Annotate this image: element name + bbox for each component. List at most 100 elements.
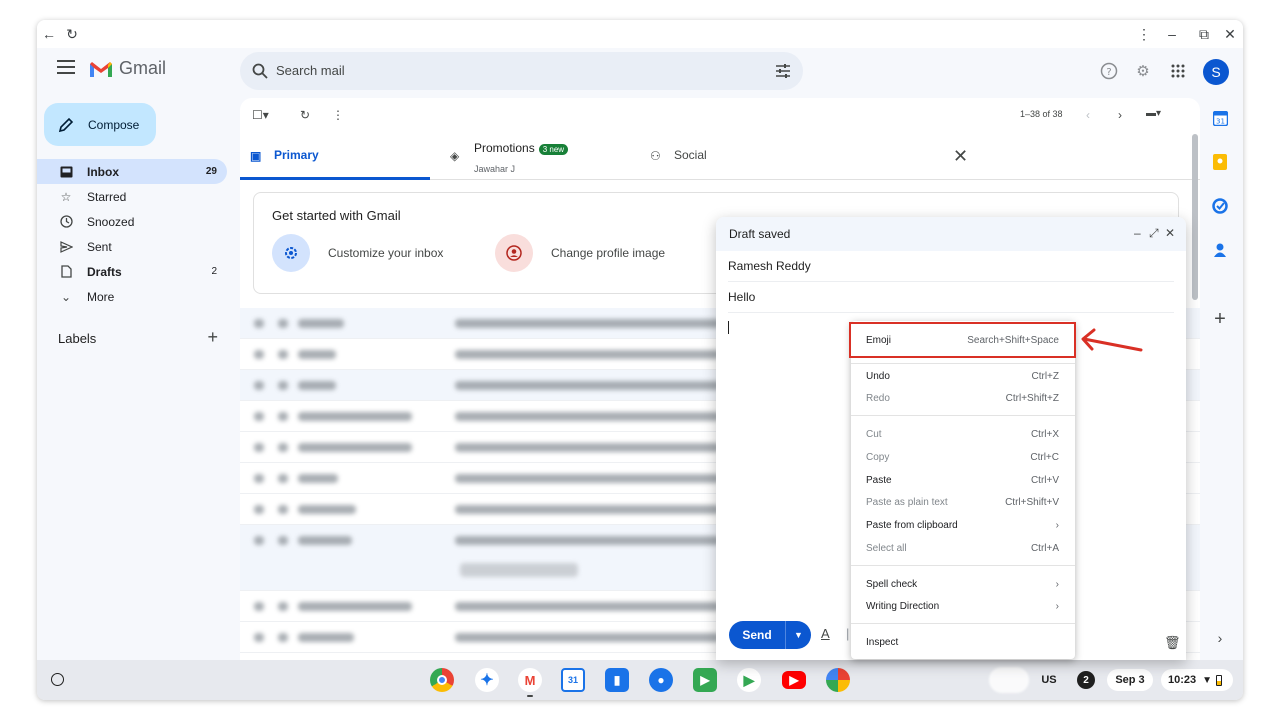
youtube-app-icon[interactable]: ▶ xyxy=(782,671,806,689)
context-menu: Emoji Search+Shift+Space Undo Ctrl+Z Redo C… xyxy=(851,321,1075,659)
compose-title: Draft saved xyxy=(729,227,791,241)
tasks-icon[interactable] xyxy=(1211,197,1229,215)
search-bar[interactable]: Search mail xyxy=(240,52,803,90)
clock-time: 10:23 xyxy=(1168,674,1197,686)
more-vert-icon[interactable]: ⋮ xyxy=(1134,24,1154,44)
send-button[interactable]: Send ▼ xyxy=(729,621,811,649)
status-tray[interactable]: 10:23 ▼ xyxy=(1161,669,1233,691)
search-icon[interactable] xyxy=(252,63,268,79)
inbox-count: 29 xyxy=(205,166,217,177)
settings-gear-icon[interactable]: ⚙ xyxy=(1133,61,1153,81)
close-compose-icon[interactable]: ✕ xyxy=(1165,226,1175,240)
assistant-app-icon[interactable]: ✦ xyxy=(475,668,499,692)
clock-icon xyxy=(59,215,73,229)
minimize-compose-icon[interactable]: – xyxy=(1134,226,1141,240)
close-get-started-icon[interactable]: ✕ xyxy=(953,146,968,167)
calendar-app-icon[interactable]: 31 xyxy=(561,668,585,692)
add-addon-icon[interactable]: + xyxy=(1211,308,1229,330)
sidebar-item-snoozed[interactable]: Snoozed xyxy=(37,209,227,234)
account-avatar[interactable]: S xyxy=(1203,59,1229,85)
menu-item-redo[interactable]: Redo Ctrl+Shift+Z xyxy=(851,387,1075,409)
gmail-m-icon xyxy=(90,61,112,77)
sidebar-nav: Inbox 29 ☆ Starred Snoozed Sent Drafts 2 xyxy=(37,159,227,309)
draft-icon xyxy=(59,265,73,279)
add-label-icon[interactable]: + xyxy=(207,328,218,346)
play-store-app-icon[interactable]: ▶ xyxy=(737,668,761,692)
photos-app-icon[interactable] xyxy=(826,668,850,692)
gmail-logo[interactable]: Gmail xyxy=(89,58,166,79)
menu-item-writing-direction[interactable]: Writing Direction › xyxy=(851,595,1075,617)
calendar-icon[interactable]: 31 xyxy=(1211,109,1229,127)
menu-item-cut[interactable]: Cut Ctrl+X xyxy=(851,423,1075,445)
sidebar-item-starred[interactable]: ☆ Starred xyxy=(37,184,227,209)
reload-icon[interactable]: ↻ xyxy=(62,24,82,44)
sidebar-item-more[interactable]: ⌄ More xyxy=(37,284,227,309)
schedule-send-dropdown-icon[interactable]: ▼ xyxy=(786,630,811,640)
sidebar-item-drafts[interactable]: Drafts 2 xyxy=(37,259,227,284)
restore-icon[interactable]: ⧉ xyxy=(1194,24,1214,44)
notification-count[interactable]: 2 xyxy=(1077,671,1095,689)
refresh-icon[interactable]: ↻ xyxy=(300,108,310,122)
search-options-icon[interactable] xyxy=(775,63,791,79)
search-input[interactable]: Search mail xyxy=(276,63,345,78)
input-tools-icon[interactable]: ▬▾ xyxy=(1146,108,1161,119)
tab-promotions[interactable]: ◈ Promotions 3 new Jawahar J xyxy=(440,138,630,180)
subject-field[interactable]: Hello xyxy=(728,282,1174,313)
recipients-field[interactable]: Ramesh Reddy xyxy=(728,251,1174,282)
sidebar-item-label: More xyxy=(87,289,115,304)
chevron-down-icon: ⌄ xyxy=(60,289,72,304)
gmail-app-icon[interactable]: M xyxy=(518,668,542,692)
input-method-indicator[interactable]: US xyxy=(1037,669,1061,691)
menu-item-paste[interactable]: Paste Ctrl+V xyxy=(851,469,1075,491)
keep-icon[interactable] xyxy=(1211,153,1229,171)
formatting-options-icon[interactable]: A xyxy=(821,626,830,641)
close-window-icon[interactable]: ✕ xyxy=(1220,24,1240,44)
menu-item-paste-clipboard[interactable]: Paste from clipboard › xyxy=(851,514,1075,536)
main-menu-icon[interactable] xyxy=(57,60,75,74)
date-tray[interactable]: Sep 3 xyxy=(1107,669,1153,691)
sidebar-item-sent[interactable]: Sent xyxy=(37,234,227,259)
customize-inbox-item[interactable]: Customize your inbox xyxy=(272,234,472,272)
tab-primary[interactable]: ▣ Primary xyxy=(240,138,430,180)
compose-button[interactable]: Compose xyxy=(44,103,156,146)
menu-item-copy[interactable]: Copy Ctrl+C xyxy=(851,446,1075,468)
prev-page-icon[interactable]: ‹ xyxy=(1086,108,1090,122)
next-page-icon[interactable]: › xyxy=(1118,108,1122,122)
compose-header[interactable]: Draft saved – ⤢ ✕ xyxy=(716,217,1186,251)
meet-app-icon[interactable]: ▶ xyxy=(693,668,717,692)
expand-panel-icon[interactable]: › xyxy=(1211,629,1229,647)
minimize-icon[interactable]: – xyxy=(1162,24,1182,44)
drafts-count: 2 xyxy=(211,266,217,277)
help-icon[interactable]: ? xyxy=(1099,61,1119,81)
send-label: Send xyxy=(742,628,772,642)
contacts-icon[interactable] xyxy=(1211,241,1229,259)
more-actions-icon[interactable]: ⋮ xyxy=(332,108,344,122)
menu-item-spell-check[interactable]: Spell check › xyxy=(851,573,1075,595)
scrollbar[interactable] xyxy=(1192,134,1198,300)
holding-space-icon[interactable] xyxy=(989,667,1029,693)
tab-social[interactable]: ⚇ Social xyxy=(640,138,830,180)
inbox-tab-icon: ▣ xyxy=(250,149,262,163)
people-icon: ⚇ xyxy=(650,149,661,163)
fullscreen-compose-icon[interactable]: ⤢ xyxy=(1149,226,1159,241)
select-all-checkbox[interactable]: ☐▾ xyxy=(252,108,269,122)
sidebar-item-label: Drafts xyxy=(87,264,122,279)
back-icon[interactable]: ← xyxy=(39,24,59,44)
files-app-icon[interactable]: ▮ xyxy=(605,668,629,692)
attach-icon[interactable]: | xyxy=(846,626,849,641)
menu-item-undo[interactable]: Undo Ctrl+Z xyxy=(851,365,1075,387)
change-profile-item[interactable]: Change profile image xyxy=(495,234,695,272)
sidebar-item-label: Starred xyxy=(87,189,127,204)
menu-item-inspect[interactable]: Inspect xyxy=(851,631,1075,653)
sidebar-item-inbox[interactable]: Inbox 29 xyxy=(37,159,227,184)
messages-app-icon[interactable]: ● xyxy=(649,668,673,692)
discard-draft-icon[interactable]: 🗑 xyxy=(1164,635,1181,651)
apps-grid-icon[interactable] xyxy=(1168,61,1188,81)
menu-item-paste-plain[interactable]: Paste as plain text Ctrl+Shift+V xyxy=(851,491,1075,513)
launcher-icon[interactable] xyxy=(51,673,64,686)
menu-item-select-all[interactable]: Select all Ctrl+A xyxy=(851,537,1075,559)
tag-icon: ◈ xyxy=(450,149,460,163)
submenu-arrow-icon: › xyxy=(1055,578,1059,590)
chrome-app-icon[interactable] xyxy=(430,668,454,692)
category-tabs: ▣ Primary ◈ Promotions 3 new Jawahar J ⚇ … xyxy=(240,138,1200,180)
